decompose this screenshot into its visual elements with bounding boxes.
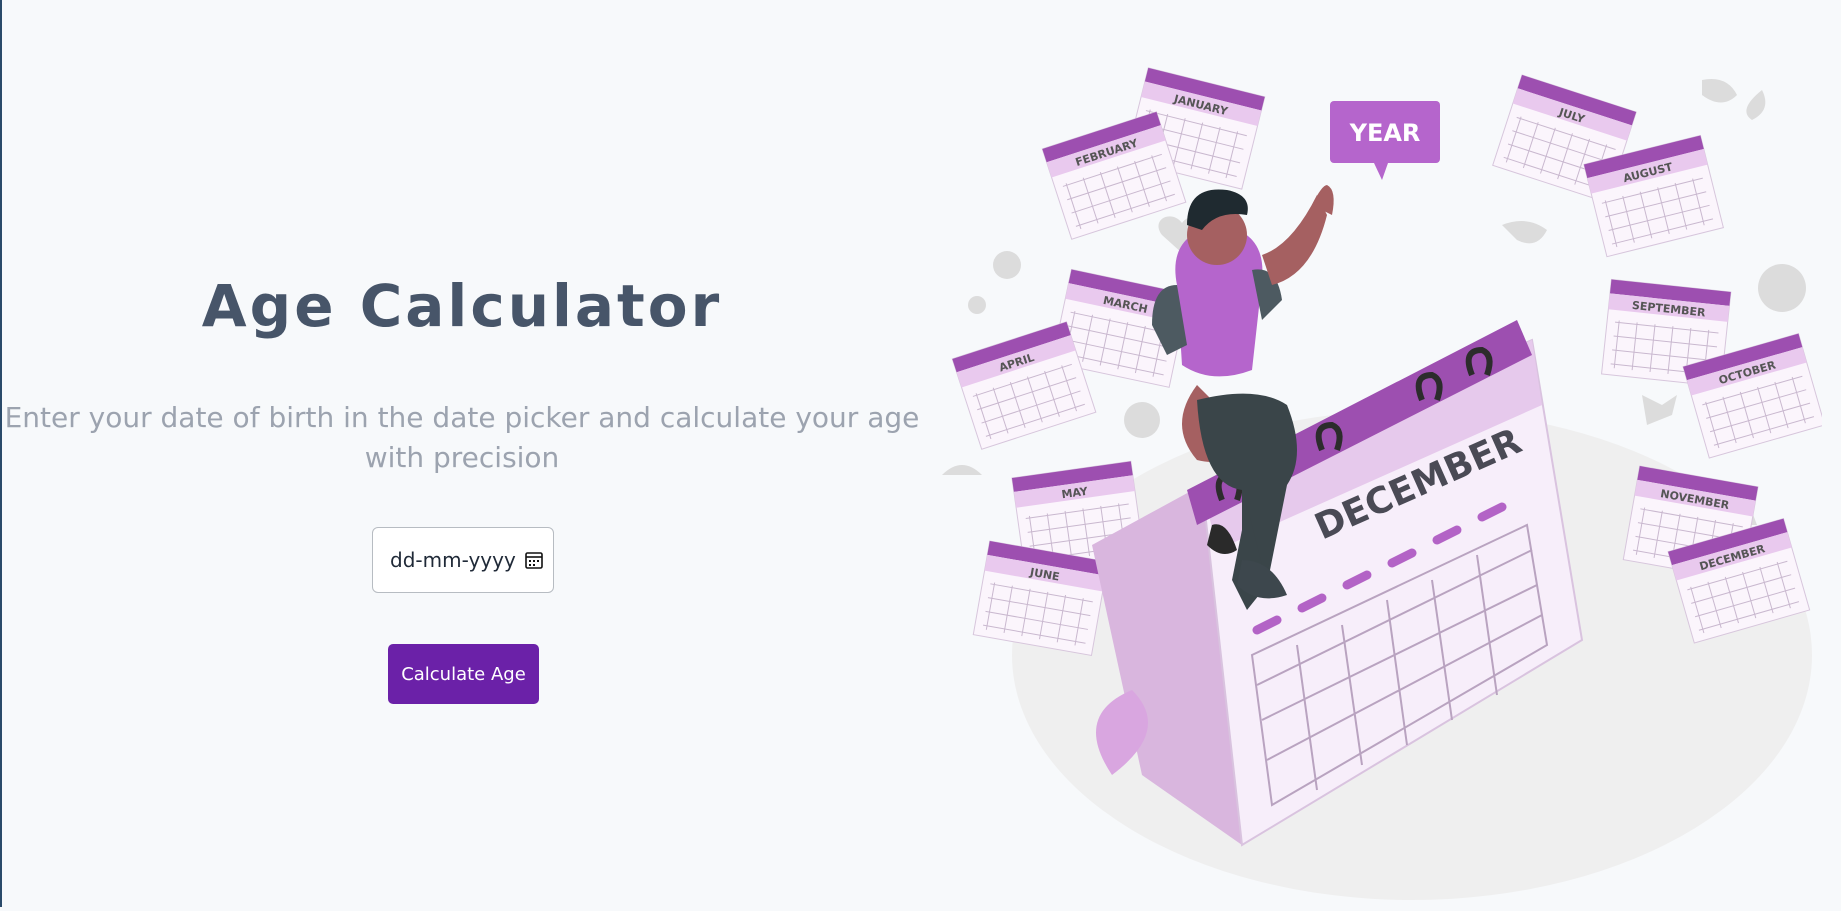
page-subtitle: Enter your date of birth in the date pic… — [4, 401, 920, 474]
date-of-birth-input[interactable]: dd-mm-yyyy — [372, 527, 554, 593]
calculate-age-button[interactable]: Calculate Age — [388, 644, 539, 704]
calendar-illustration: JANUARY FEBRUARY MARCH APRIL MAY JUNE JULY AUGU… — [942, 55, 1826, 907]
page-title: Age Calculator — [201, 272, 723, 340]
date-placeholder: dd-mm-yyyy — [390, 548, 516, 572]
calendar-icon[interactable] — [524, 550, 544, 570]
year-speech-bubble: YEAR — [1330, 101, 1440, 180]
small-calendar-june: JUNE — [972, 540, 1109, 657]
form-panel: Age Calculator Enter your date of birth … — [2, 0, 922, 907]
year-bubble-text: YEAR — [1349, 119, 1421, 147]
